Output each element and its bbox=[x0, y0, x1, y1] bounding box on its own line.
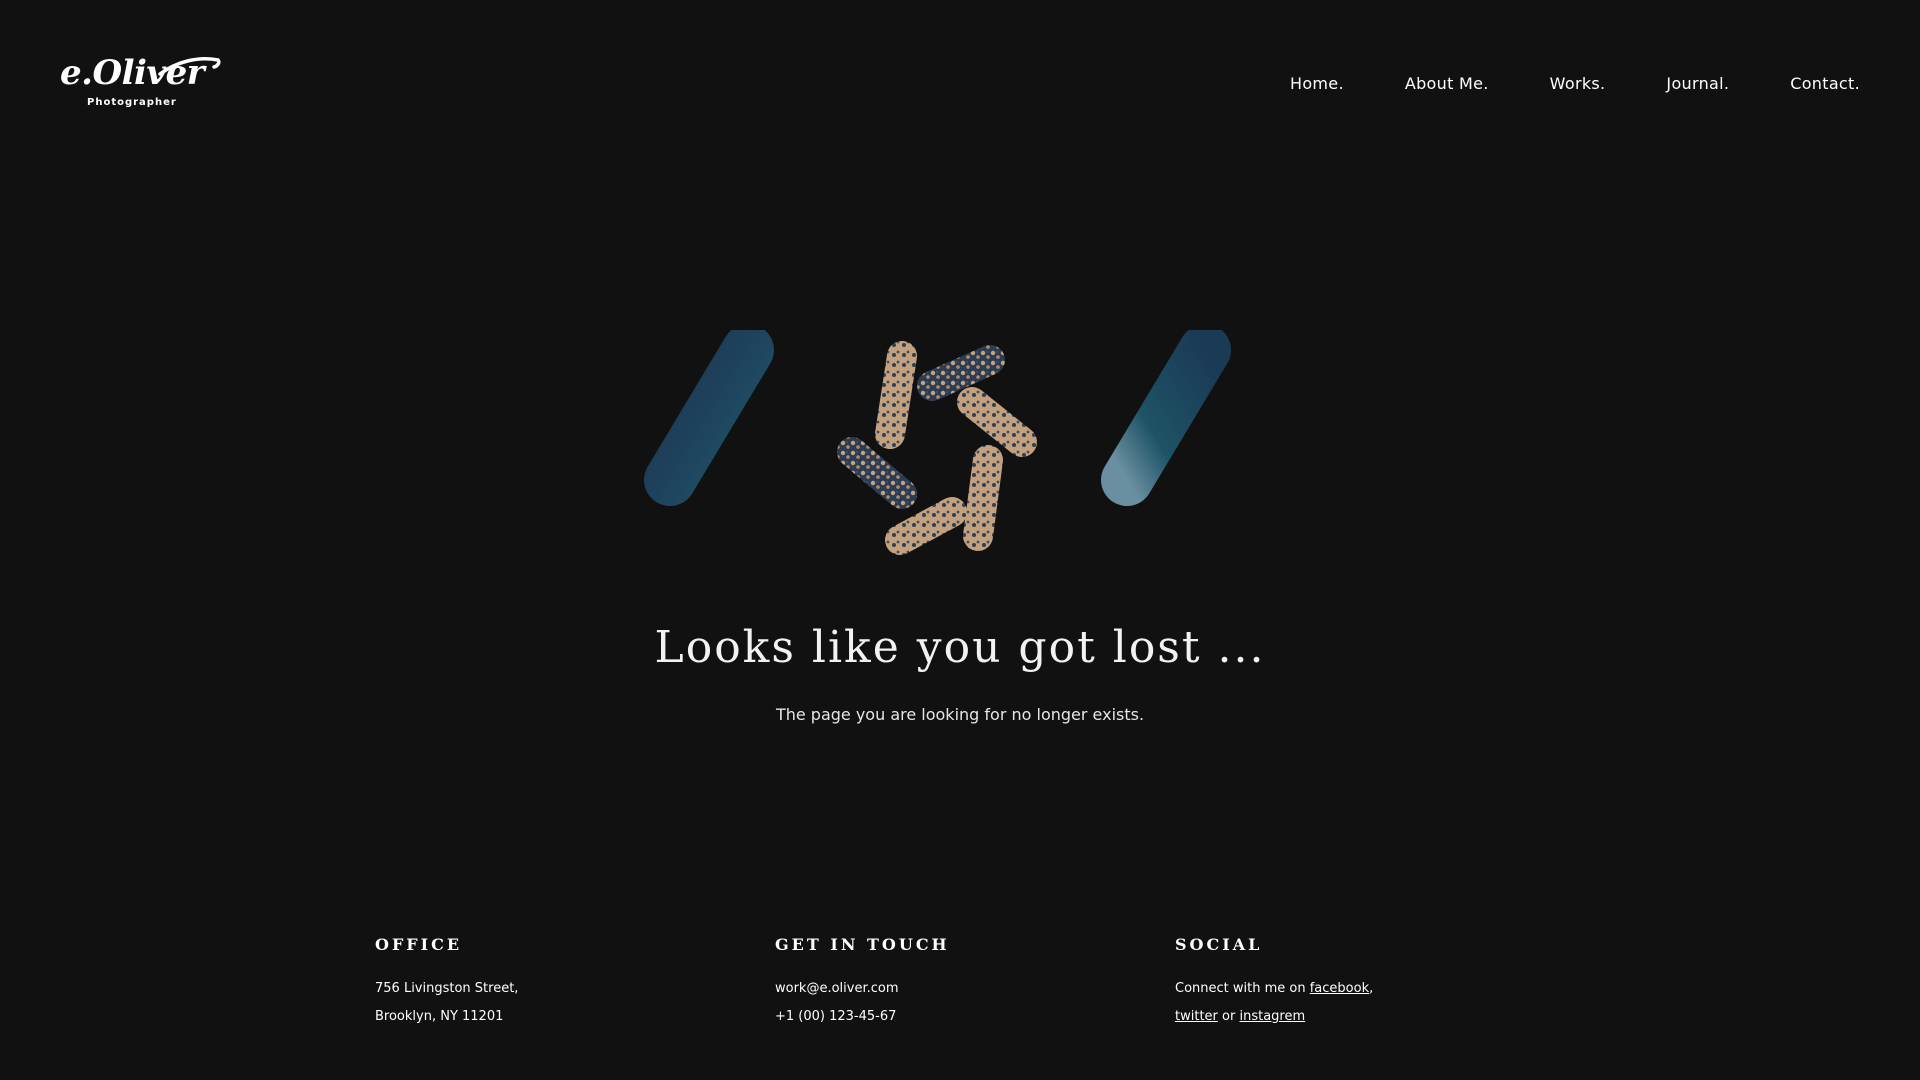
social-or-text: or bbox=[1222, 1009, 1236, 1024]
logo-swash-icon bbox=[158, 57, 221, 76]
digit-four-right bbox=[1101, 330, 1263, 563]
page: e.Oliver Photographer Home. About Me. Wo… bbox=[0, 0, 1920, 1080]
social-intro-text: Connect with me on bbox=[1175, 981, 1306, 996]
footer-social-heading: SOCIAL bbox=[1175, 935, 1263, 954]
twitter-link[interactable]: twitter bbox=[1175, 1009, 1218, 1024]
nav-about-me[interactable]: About Me. bbox=[1405, 74, 1489, 93]
facebook-link[interactable]: facebook bbox=[1310, 981, 1369, 996]
social-comma: , bbox=[1369, 981, 1374, 996]
error-headline: Looks like you got lost ... bbox=[654, 622, 1266, 673]
office-address-line1: 756 Livingston Street, bbox=[375, 981, 519, 996]
contact-email[interactable]: work@e.oliver.com bbox=[775, 975, 1135, 1003]
footer-social: SOCIAL Connect with me on facebook, twit… bbox=[1175, 935, 1535, 1031]
digit-four-left bbox=[644, 330, 806, 563]
social-line2: twitter or instagrem bbox=[1175, 1003, 1535, 1031]
nav-contact[interactable]: Contact. bbox=[1790, 74, 1860, 93]
main-nav: Home. About Me. Works. Journal. Contact. bbox=[1229, 74, 1860, 93]
error-message: The page you are looking for no longer e… bbox=[775, 705, 1145, 724]
footer-contact-heading: GET IN TOUCH bbox=[775, 935, 950, 954]
footer-office-heading: OFFICE bbox=[375, 935, 463, 954]
nav-works[interactable]: Works. bbox=[1550, 74, 1606, 93]
instagram-link[interactable]: instagrem bbox=[1239, 1009, 1305, 1024]
logo-link[interactable]: e.Oliver Photographer bbox=[60, 56, 221, 112]
social-line1: Connect with me on facebook, bbox=[1175, 975, 1535, 1003]
nav-home[interactable]: Home. bbox=[1290, 74, 1344, 93]
logo-tagline: Photographer bbox=[87, 97, 177, 108]
footer-office: OFFICE 756 Livingston Street, Brooklyn, … bbox=[375, 935, 735, 1031]
error-404-graphic: 404 bbox=[644, 330, 1263, 563]
nav-journal[interactable]: Journal. bbox=[1666, 74, 1729, 93]
contact-phone[interactable]: +1 (00) 123-45-67 bbox=[775, 1003, 1135, 1031]
footer-contact: GET IN TOUCH work@e.oliver.com +1 (00) 1… bbox=[775, 935, 1135, 1031]
digit-zero-pinwheel bbox=[837, 341, 1037, 555]
office-address-line2: Brooklyn, NY 11201 bbox=[375, 1009, 504, 1024]
